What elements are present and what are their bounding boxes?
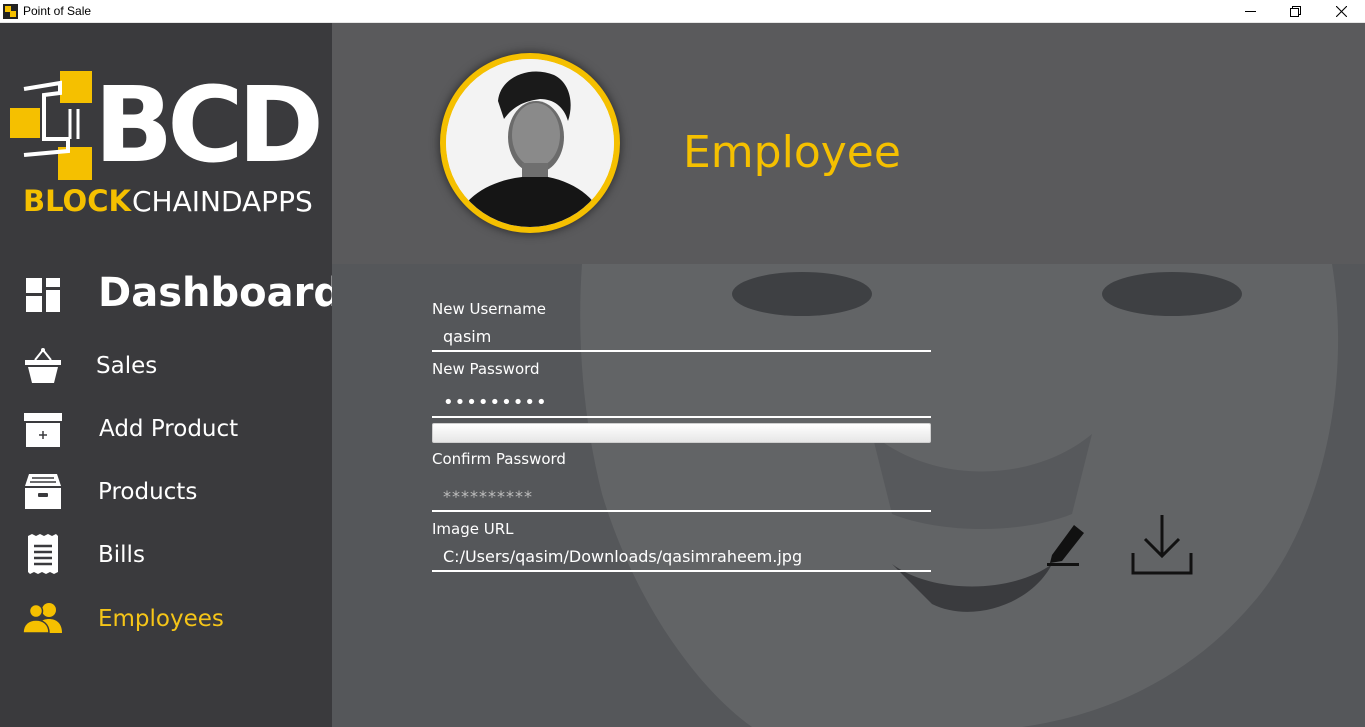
password-field-wrapper — [432, 388, 931, 418]
sidebar-item-sales[interactable]: Sales — [0, 339, 332, 395]
username-field-wrapper — [432, 322, 931, 352]
add-box-icon — [22, 410, 64, 450]
logo-word-primary: BLOCK — [23, 184, 132, 217]
sidebar-item-label: Dashboard — [98, 270, 342, 316]
window-title: Point of Sale — [23, 4, 92, 18]
logo-word-secondary: CHAINDAPPS — [132, 185, 313, 217]
archive-icon — [22, 471, 64, 511]
pencil-icon — [1047, 525, 1084, 566]
image-url-field-wrapper — [432, 542, 931, 572]
sidebar-item-label: Products — [98, 479, 198, 505]
avatar[interactable] — [440, 53, 620, 233]
minimize-button[interactable] — [1227, 0, 1273, 23]
close-button[interactable] — [1318, 0, 1364, 23]
confirm-password-field-wrapper — [432, 482, 931, 512]
restore-button[interactable] — [1272, 0, 1318, 23]
image-url-label: Image URL — [432, 520, 514, 538]
sidebar-item-employees[interactable]: Employees — [0, 592, 332, 648]
sidebar-item-add-product[interactable]: Add Product — [0, 402, 332, 458]
dashboard-icon — [22, 275, 64, 315]
edit-button[interactable] — [1042, 520, 1088, 568]
app-icon — [3, 4, 18, 19]
password-input[interactable] — [432, 388, 931, 416]
people-icon — [22, 598, 64, 638]
employee-form: New Username New Password Confirm Passwo… — [332, 264, 1365, 727]
username-input[interactable] — [432, 322, 931, 350]
sidebar-item-dashboard[interactable]: Dashboard — [0, 268, 342, 324]
save-button[interactable] — [1130, 512, 1194, 576]
password-strength-bar — [432, 423, 931, 443]
restore-icon — [1289, 6, 1301, 17]
username-label: New Username — [432, 300, 546, 318]
sidebar-item-label: Add Product — [99, 416, 239, 442]
sidebar-item-label: Sales — [96, 353, 158, 379]
page-title: Employee — [683, 127, 901, 178]
receipt-icon — [22, 534, 64, 574]
confirm-password-label: Confirm Password — [432, 450, 566, 468]
password-label: New Password — [432, 360, 540, 378]
sidebar-item-products[interactable]: Products — [0, 465, 332, 521]
close-icon — [1335, 6, 1347, 17]
title-bar: Point of Sale — [0, 0, 1365, 23]
confirm-password-input[interactable] — [432, 482, 931, 510]
sidebar-item-label: Employees — [98, 606, 224, 632]
brand-logo: BCD BLOCK CHAINDAPPS — [10, 64, 325, 217]
sidebar-item-bills[interactable]: Bills — [0, 528, 332, 584]
sidebar: BCD BLOCK CHAINDAPPS Dashboard Sales Add… — [0, 23, 342, 727]
avatar-photo — [446, 59, 614, 227]
download-icon — [1131, 515, 1193, 575]
minimize-icon — [1244, 11, 1256, 12]
sidebar-item-label: Bills — [98, 542, 145, 568]
basket-icon — [22, 345, 64, 385]
image-url-input[interactable] — [432, 542, 931, 570]
page-header: Employee — [332, 23, 1365, 264]
logo-letters: BCD — [94, 64, 319, 186]
